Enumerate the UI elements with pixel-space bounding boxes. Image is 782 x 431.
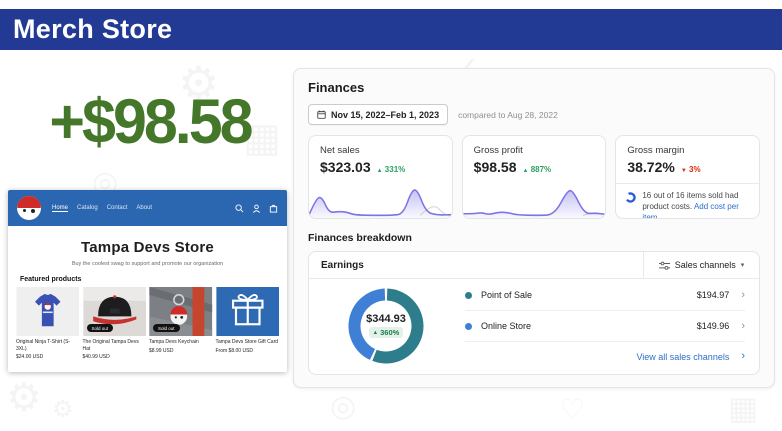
sales-channels-label: Sales channels — [675, 260, 736, 270]
channel-value: $194.97 — [697, 290, 730, 300]
calendar-icon — [317, 110, 326, 119]
filter-icon — [659, 261, 670, 270]
sales-channels-dropdown[interactable]: Sales channels ▾ — [643, 252, 759, 278]
tshirt-icon — [16, 287, 80, 336]
metric-value: $323.03 — [320, 159, 371, 175]
profit-headline: +$98.58 — [14, 85, 286, 158]
store-navbar: Home Catalog Contact About — [8, 190, 287, 226]
store-subtitle: Buy the coolest swag to support and prom… — [8, 261, 287, 267]
metric-label: Gross margin — [627, 145, 748, 156]
finances-breakdown-heading: Finances breakdown — [308, 232, 760, 244]
hat-product-image: Sold out — [83, 287, 147, 336]
account-icon[interactable] — [252, 204, 261, 213]
nav-link-about[interactable]: About — [136, 205, 152, 211]
finances-panel: Finances Nov 15, 2022–Feb 1, 2023 compar… — [293, 68, 775, 388]
nav-link-home[interactable]: Home — [52, 205, 68, 211]
net-sales-sparkline — [309, 182, 452, 218]
gear-watermark-icon: ⚙ — [52, 398, 74, 422]
chevron-right-icon: › — [741, 321, 745, 332]
gross-profit-sparkline — [463, 182, 606, 218]
channel-name: Point of Sale — [481, 290, 697, 300]
up-arrow-icon: ▲ — [377, 168, 383, 174]
metric-label: Net sales — [320, 145, 441, 156]
product-card[interactable]: Tampa Devs Store Gift Card From $8.00 US… — [216, 287, 280, 360]
cost-note: 16 out of 16 items sold had product cost… — [642, 191, 750, 219]
circle-watermark-icon: ◎ — [330, 392, 356, 422]
chevron-right-icon: › — [741, 351, 745, 362]
channel-row-online-store[interactable]: Online Store $149.96 › — [465, 311, 745, 342]
metric-value: 38.72% — [627, 159, 674, 175]
product-price: $40.99 USD — [83, 354, 147, 360]
caret-down-icon: ▾ — [741, 261, 745, 269]
metric-label: Gross profit — [474, 145, 595, 156]
gear-watermark-icon: ⚙ — [6, 378, 42, 418]
date-range-button[interactable]: Nov 15, 2022–Feb 1, 2023 — [308, 104, 448, 125]
product-title[interactable]: Tampa Devs Store Gift Card — [216, 339, 280, 346]
tshirt-product-image — [16, 287, 80, 336]
product-card[interactable]: Original Ninja T-Shirt (S-3XL) $24.00 US… — [16, 287, 80, 360]
eye-shape — [23, 209, 26, 212]
metric-delta: ▲ 887% — [523, 165, 552, 174]
heart-watermark-icon: ♡ — [560, 396, 585, 424]
product-grid: Original Ninja T-Shirt (S-3XL) $24.00 US… — [16, 287, 279, 360]
product-title[interactable]: Original Ninja T-Shirt (S-3XL) — [16, 339, 80, 352]
metric-delta: ▼ 3% — [681, 165, 701, 174]
featured-products-heading: Featured products — [20, 276, 287, 283]
product-price: $8.99 USD — [149, 348, 213, 354]
nav-link-contact[interactable]: Contact — [107, 205, 128, 211]
channel-list: Point of Sale $194.97 › Online Store $14… — [465, 280, 745, 371]
earnings-card: Earnings Sales channels ▾ $344. — [308, 251, 760, 375]
slide: ⚙ ▦ ✓ ☁ ⚙ ⚙ ◎ ♡ ▦ ◎ Merch Store +$98.58 … — [0, 0, 782, 431]
grid-watermark-icon: ▦ — [728, 392, 758, 424]
product-title[interactable]: Tampa Devs Keychain — [149, 339, 213, 346]
metric-delta: ▲ 331% — [377, 165, 406, 174]
product-title[interactable]: The Original Tampa Devs Hat — [83, 339, 147, 352]
page-title: Merch Store — [13, 14, 172, 45]
gross-margin-card[interactable]: Gross margin 38.72% ▼ 3% 16 out of 16 it… — [615, 135, 760, 219]
donut-svg — [342, 282, 430, 370]
nav-link-catalog[interactable]: Catalog — [77, 205, 98, 211]
earnings-donut-chart: $344.93 ▲ 360% — [313, 282, 459, 370]
earnings-title: Earnings — [309, 260, 643, 271]
gross-profit-card[interactable]: Gross profit $98.58 ▲ 887% — [462, 135, 607, 219]
gift-card-product-image — [216, 287, 280, 336]
channel-name: Online Store — [481, 321, 697, 331]
product-card[interactable]: Sold out The Original Tampa Devs Hat $40… — [83, 287, 147, 360]
eye-shape — [31, 209, 35, 213]
view-all-channels-link[interactable]: View all sales channels › — [465, 342, 745, 371]
compared-to-label: compared to Aug 28, 2022 — [458, 110, 558, 120]
slide-header: Merch Store — [0, 9, 782, 50]
down-arrow-icon: ▼ — [681, 168, 687, 174]
channel-value: $149.96 — [697, 321, 730, 331]
store-nav-links: Home Catalog Contact About — [52, 205, 152, 211]
channel-row-point-of-sale[interactable]: Point of Sale $194.97 › — [465, 280, 745, 311]
cart-bag-icon[interactable] — [269, 204, 278, 213]
keychain-product-image: Sold out — [149, 287, 213, 336]
up-arrow-icon: ▲ — [523, 168, 529, 174]
channel-color-dot — [465, 292, 472, 299]
product-price: $24.00 USD — [16, 354, 80, 360]
cost-progress-donut-icon — [625, 192, 636, 203]
chevron-right-icon: › — [741, 290, 745, 301]
product-card[interactable]: Sold out Tampa Devs Keychain $8.99 USD — [149, 287, 213, 360]
ninja-logo[interactable] — [17, 196, 41, 220]
sold-out-badge: Sold out — [87, 324, 114, 332]
date-range-label: Nov 15, 2022–Feb 1, 2023 — [331, 110, 439, 120]
gift-icon — [216, 287, 280, 336]
search-icon[interactable] — [235, 204, 244, 213]
net-sales-card[interactable]: Net sales $323.03 ▲ 331% — [308, 135, 453, 219]
channel-color-dot — [465, 323, 472, 330]
product-price: From $8.00 USD — [216, 348, 280, 354]
sold-out-badge: Sold out — [153, 324, 180, 332]
storefront-screenshot: Home Catalog Contact About — [8, 190, 287, 372]
metric-value: $98.58 — [474, 159, 517, 175]
finances-title: Finances — [308, 80, 760, 95]
store-title: Tampa Devs Store — [8, 239, 287, 256]
